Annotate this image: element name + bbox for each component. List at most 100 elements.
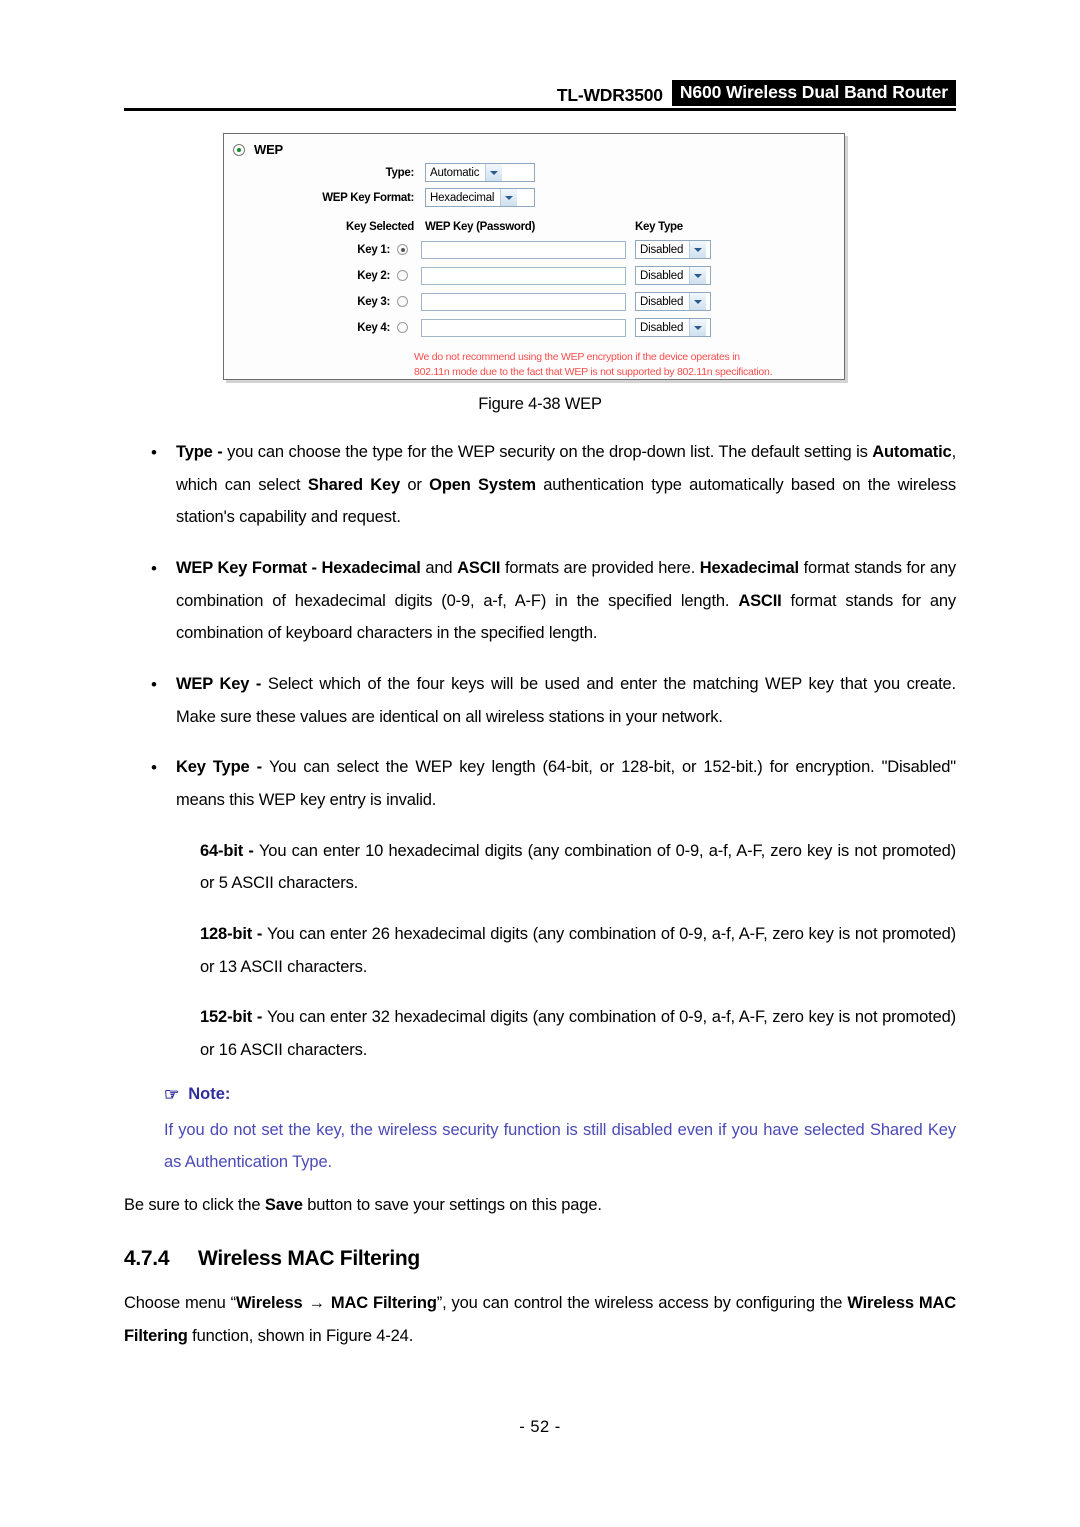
bullet-kf-b1: Hexadecimal xyxy=(321,558,421,577)
key-label: Key 3: xyxy=(357,295,390,308)
type-label: Type: xyxy=(385,166,415,179)
wep-key-format-row: WEP Key Format: Hexadecimal xyxy=(224,188,844,207)
closing-t3: function, shown in Figure 4-24. xyxy=(187,1327,414,1346)
wep-section-row[interactable]: WEP xyxy=(224,134,844,157)
col-wep-key-label: WEP Key (Password) xyxy=(425,221,536,233)
wep-key-input[interactable] xyxy=(421,318,626,337)
key-label: Key 1: xyxy=(357,243,390,256)
bullet-marker-icon: • xyxy=(151,443,157,462)
term-152bit: 152-bit - xyxy=(200,1008,267,1027)
bullet-wk-term: WEP Key - xyxy=(176,674,268,693)
key-radio-cell[interactable] xyxy=(397,244,421,255)
chevron-down-icon[interactable] xyxy=(689,241,707,258)
key-type-value: Disabled xyxy=(640,270,684,282)
bullet-wk-body: Select which of the four keys will be us… xyxy=(176,674,956,726)
term-128bit: 128-bit - xyxy=(200,924,267,943)
bullet-wep-key-text: WEP Key - Select which of the four keys … xyxy=(176,668,956,733)
chevron-down-icon[interactable] xyxy=(500,189,518,206)
wep-key-input[interactable] xyxy=(421,292,626,311)
key-row: Key 3: Disabled xyxy=(224,292,844,311)
wep-key-format-label: WEP Key Format: xyxy=(322,191,414,204)
note-block: ☞ Note: If you do not set the key, the w… xyxy=(124,1085,956,1179)
col-key-selected-label: Key Selected xyxy=(346,221,414,233)
key-label: Key 4: xyxy=(357,321,390,334)
type-select[interactable]: Automatic xyxy=(425,163,535,182)
bullet-kf-b4: ASCII xyxy=(738,591,782,610)
closing-b2: MAC Filtering xyxy=(330,1294,437,1313)
wep-settings-panel: WEP Type: Automatic WEP Key Format: Hexa… xyxy=(223,133,845,380)
bullet-kf-t2: formats are provided here. xyxy=(500,558,700,577)
key-type-value: Disabled xyxy=(640,322,684,334)
note-body: If you do not set the key, the wireless … xyxy=(164,1120,956,1172)
key-select-radio-icon[interactable] xyxy=(397,322,408,333)
header-divider xyxy=(124,108,956,111)
closing-t2: ”, you can control the wireless access b… xyxy=(436,1294,848,1313)
closing-paragraph: Choose menu “Wireless → MAC Filtering”, yo… xyxy=(124,1287,956,1352)
bullet-wep-key-format: • WEP Key Format - Hexadecimal and ASCII… xyxy=(124,552,956,650)
paragraph-152bit: 152-bit - You can enter 32 hexadecimal d… xyxy=(200,1001,956,1066)
col-key-type-label: Key Type xyxy=(635,221,683,233)
bullet-type: • Type - you can choose the type for the… xyxy=(124,436,956,534)
bullet-marker-icon: • xyxy=(151,674,157,694)
section-title: Wireless MAC Filtering xyxy=(198,1247,420,1271)
bullet-type-t1: you can choose the type for the WEP secu… xyxy=(227,443,873,461)
save-bold: Save xyxy=(264,1195,303,1214)
key-type-select[interactable]: Disabled xyxy=(635,318,711,337)
wep-key-format-select[interactable]: Hexadecimal xyxy=(425,188,535,207)
bullet-kt-term: Key Type - xyxy=(176,758,269,777)
page-number: - 52 - xyxy=(519,1418,561,1436)
key-select-radio-icon[interactable] xyxy=(397,296,408,307)
wep-warning-line-2: 802.11n mode due to the fact that WEP is… xyxy=(414,365,773,378)
chevron-down-icon[interactable] xyxy=(689,267,707,284)
bullet-marker-icon: • xyxy=(151,558,157,578)
model-name: TL-WDR3500 xyxy=(556,85,663,105)
menu-arrow-icon: → xyxy=(308,1294,326,1313)
save-paragraph: Be sure to click the Save button to save… xyxy=(124,1189,956,1222)
wep-section-label: WEP xyxy=(254,142,284,157)
text-64bit: You can enter 10 hexadecimal digits (any… xyxy=(200,841,956,893)
key-type-select[interactable]: Disabled xyxy=(635,240,711,259)
figure-caption: Figure 4-38 WEP xyxy=(478,395,602,413)
bullet-key-type: • Key Type - You can select the WEP key … xyxy=(124,751,956,816)
key-label: Key 2: xyxy=(357,269,390,282)
bullet-type-text: Type - you can choose the type for the W… xyxy=(176,436,956,534)
key-select-radio-icon[interactable] xyxy=(397,244,408,255)
closing-b1: Wireless xyxy=(236,1294,303,1313)
wep-radio-icon[interactable] xyxy=(233,143,245,156)
key-row: Key 2: Disabled xyxy=(224,266,844,285)
bullet-type-b1: Automatic xyxy=(872,443,952,461)
section-number: 4.7.4 xyxy=(124,1247,170,1271)
chevron-down-icon[interactable] xyxy=(689,293,707,310)
key-type-select[interactable]: Disabled xyxy=(635,266,711,285)
type-row: Type: Automatic xyxy=(224,163,844,182)
key-radio-cell[interactable] xyxy=(397,296,421,307)
note-title: Note: xyxy=(188,1084,231,1103)
save-t2: button to save your settings on this pag… xyxy=(302,1195,602,1214)
bullet-wep-key-format-text: WEP Key Format - Hexadecimal and ASCII f… xyxy=(176,552,956,650)
key-row: Key 4: Disabled xyxy=(224,318,844,337)
key-type-select[interactable]: Disabled xyxy=(635,292,711,311)
key-select-radio-icon[interactable] xyxy=(397,270,408,281)
bullet-kf-b2: ASCII xyxy=(457,558,501,577)
wep-key-format-value: Hexadecimal xyxy=(430,192,495,204)
bullet-type-t3: or xyxy=(400,475,430,494)
paragraph-64bit: 64-bit - You can enter 10 hexadecimal di… xyxy=(200,835,956,900)
bullet-kf-term: WEP Key Format - xyxy=(176,558,322,577)
bullet-type-b3: Open System xyxy=(429,475,536,494)
type-select-value: Automatic xyxy=(430,167,480,179)
key-radio-cell[interactable] xyxy=(397,322,421,333)
key-radio-cell[interactable] xyxy=(397,270,421,281)
section-heading: 4.7.4 Wireless MAC Filtering xyxy=(124,1247,956,1271)
key-table-header: Key Selected WEP Key (Password) Key Type xyxy=(224,221,844,233)
chevron-down-icon[interactable] xyxy=(689,319,707,336)
paragraph-128bit: 128-bit - You can enter 26 hexadecimal d… xyxy=(200,918,956,983)
page-header: TL-WDR3500 N600 Wireless Dual Band Route… xyxy=(124,78,956,112)
bullet-kf-b3: Hexadecimal xyxy=(699,558,799,577)
wep-key-input[interactable] xyxy=(421,266,626,285)
wep-key-input[interactable] xyxy=(421,240,626,259)
chevron-down-icon[interactable] xyxy=(485,164,503,181)
wep-warning-text: We do not recommend using the WEP encryp… xyxy=(414,350,814,380)
bullet-type-term: Type - xyxy=(176,443,228,461)
document-body: • Type - you can choose the type for the… xyxy=(124,436,956,1369)
key-type-value: Disabled xyxy=(640,296,684,308)
